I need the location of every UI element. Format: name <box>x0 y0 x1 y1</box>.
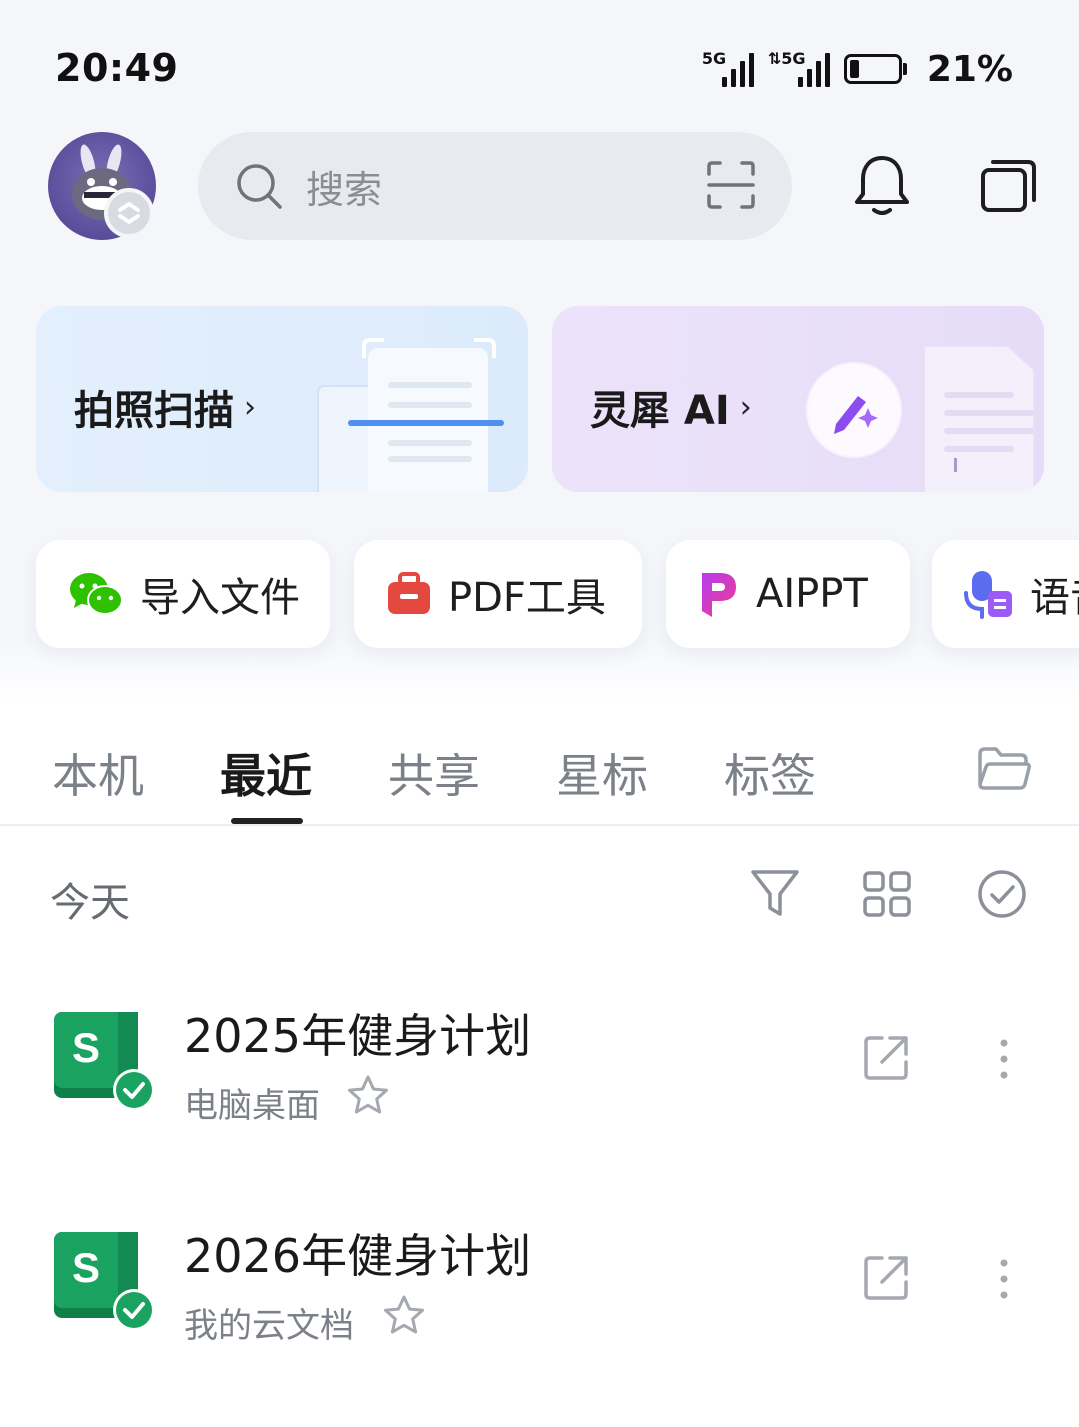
more-vertical-icon[interactable] <box>992 1258 1016 1300</box>
open-external-icon[interactable] <box>862 1034 910 1082</box>
voice-label: 语音 <box>1030 575 1079 621</box>
voice-icon <box>964 571 1012 619</box>
svg-text:S: S <box>72 1024 100 1071</box>
wps-home-screen: 20:49 5G ⇅5G 21% 搜索 拍照扫描 › 灵犀 AI › 导入文件 … <box>0 0 1079 1427</box>
pdf-tools-label: PDF工具 <box>448 575 606 621</box>
file-row[interactable]: S 2025年健身计划 电脑桌面 <box>0 980 1079 1160</box>
chevron-right-icon: › <box>244 389 256 425</box>
select-mode-icon[interactable] <box>976 868 1028 920</box>
more-vertical-icon[interactable] <box>992 1038 1016 1080</box>
account-badge-icon <box>104 188 154 238</box>
windows-switcher-icon[interactable] <box>978 156 1040 214</box>
grid-view-icon[interactable] <box>862 870 912 918</box>
tab-starred[interactable]: 星标 <box>556 740 648 806</box>
scan-icon[interactable] <box>706 160 756 210</box>
file-name: 2025年健身计划 <box>184 1009 532 1063</box>
status-icons: 5G ⇅5G 21% <box>702 48 1013 90</box>
tabs-divider <box>0 824 1079 826</box>
photo-scan-card[interactable]: 拍照扫描 › <box>36 306 528 492</box>
file-tabs: 本机 最近 共享 星标 标签 <box>0 740 1079 826</box>
battery-icon <box>843 54 907 84</box>
file-location: 我的云文档 <box>184 1306 354 1346</box>
voice-button[interactable]: 语音 <box>932 540 1079 648</box>
signal-icon: ⇅5G <box>768 49 830 89</box>
open-external-icon[interactable] <box>862 1254 910 1302</box>
spreadsheet-file-icon: S <box>54 1232 155 1331</box>
aippt-label: AIPPT <box>756 571 868 617</box>
ai-document-illustration <box>806 345 1035 492</box>
lingxi-ai-label: 灵犀 AI <box>590 388 730 434</box>
import-file-label: 导入文件 <box>140 575 300 621</box>
search-input[interactable]: 搜索 <box>198 132 792 240</box>
search-placeholder: 搜索 <box>306 167 383 212</box>
spreadsheet-file-icon: S <box>54 1012 155 1111</box>
svg-text:S: S <box>72 1244 100 1291</box>
battery-percent: 21% <box>926 48 1013 90</box>
tab-local[interactable]: 本机 <box>52 740 144 806</box>
pdf-toolbox-icon <box>388 572 430 614</box>
chevron-right-icon: › <box>739 389 752 425</box>
tab-recent[interactable]: 最近 <box>220 740 312 806</box>
star-icon[interactable] <box>382 1294 426 1336</box>
import-file-button[interactable]: 导入文件 <box>36 540 330 648</box>
wechat-icon <box>70 573 123 615</box>
star-icon[interactable] <box>346 1074 390 1116</box>
section-today-title: 今天 <box>50 880 130 926</box>
lingxi-ai-card[interactable]: 灵犀 AI › <box>552 306 1044 492</box>
file-row[interactable]: S 2026年健身计划 我的云文档 <box>0 1200 1079 1380</box>
folder-icon[interactable] <box>976 744 1032 792</box>
filter-icon[interactable] <box>750 868 800 920</box>
status-time: 20:49 <box>55 46 179 90</box>
tab-shared[interactable]: 共享 <box>388 740 480 806</box>
aippt-icon <box>702 573 736 617</box>
signal-icon: 5G <box>702 49 754 89</box>
pdf-tools-button[interactable]: PDF工具 <box>354 540 642 648</box>
scan-document-illustration <box>317 338 504 492</box>
search-icon <box>237 164 282 209</box>
file-name: 2026年健身计划 <box>184 1229 532 1283</box>
tab-tags[interactable]: 标签 <box>724 740 816 806</box>
aippt-button[interactable]: AIPPT <box>666 540 910 648</box>
bell-icon[interactable] <box>852 154 912 218</box>
file-location: 电脑桌面 <box>184 1086 320 1126</box>
photo-scan-label: 拍照扫描 <box>74 388 234 434</box>
